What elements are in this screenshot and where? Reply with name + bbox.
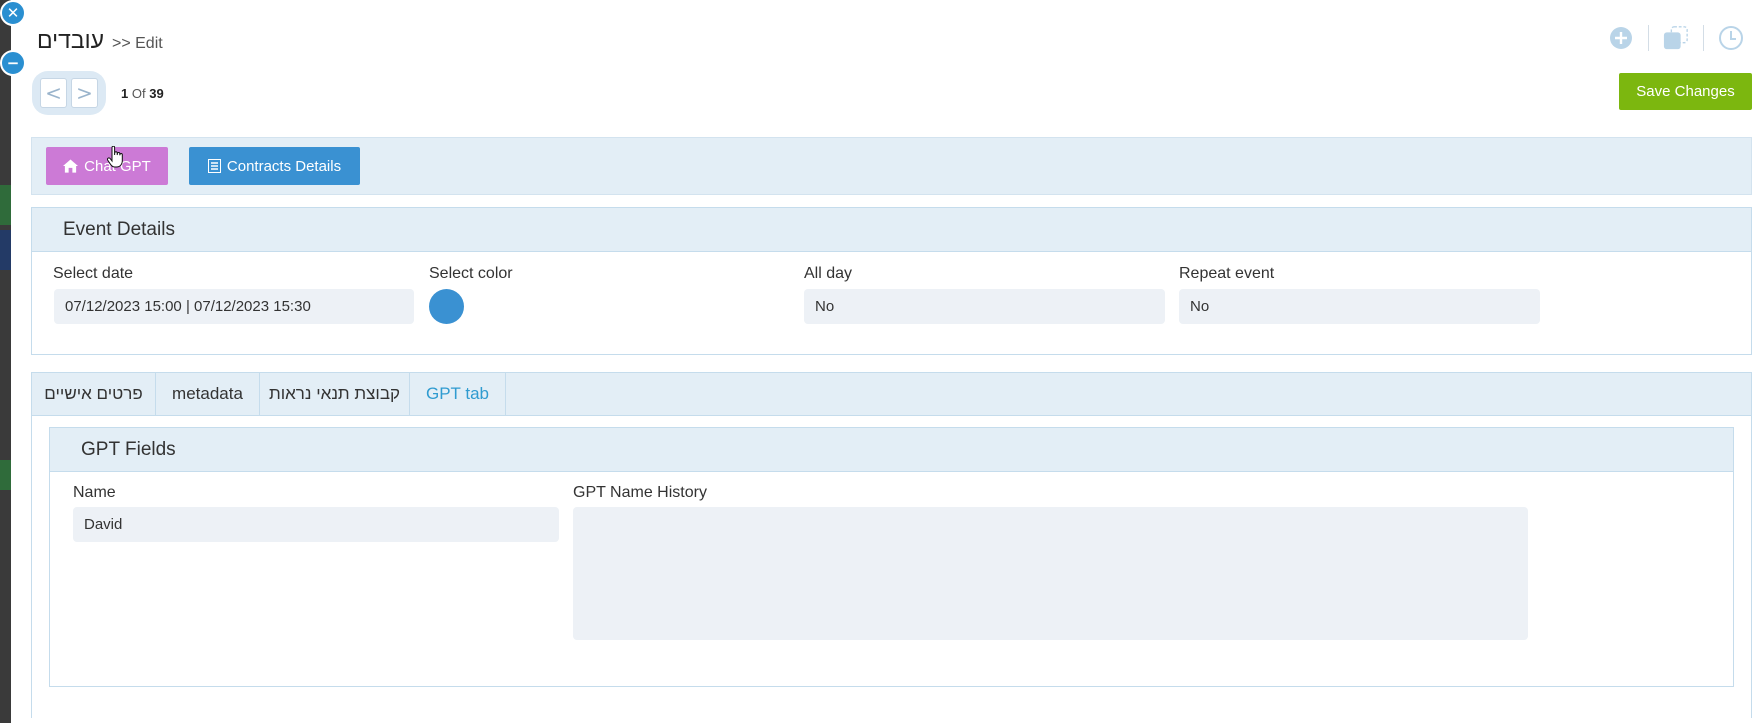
tab-gpt[interactable]: GPT tab	[410, 373, 506, 415]
duplicate-icon[interactable]	[1663, 25, 1689, 51]
gpt-name-history-textarea[interactable]	[573, 507, 1528, 640]
background-strip-block	[0, 185, 11, 225]
background-strip-block	[0, 460, 11, 490]
record-total: 39	[149, 86, 164, 101]
select-color-label: Select color	[429, 265, 513, 282]
add-icon[interactable]	[1608, 25, 1634, 51]
hand-cursor-icon	[107, 146, 123, 168]
contracts-details-label: Contracts Details	[226, 157, 342, 175]
tab-personal-details[interactable]: פרטים אישיים	[32, 373, 156, 415]
contracts-details-button[interactable]: Contracts Details	[189, 147, 360, 185]
top-toolbar-icons	[1594, 25, 1744, 51]
home-icon	[63, 159, 79, 173]
gpt-fields-panel: GPT Fields Name David GPT Name History	[49, 427, 1734, 687]
record-counter: 1 Of 39	[121, 86, 164, 101]
all-day-label: All day	[804, 265, 853, 282]
all-day-field[interactable]: No	[804, 289, 1165, 324]
repeat-event-field[interactable]: No	[1179, 289, 1540, 324]
background-strip-block	[0, 230, 11, 270]
tabs-section: פרטים אישיים metadata קבוצת תנאי נראות G…	[31, 372, 1752, 718]
list-document-icon	[207, 159, 221, 173]
divider	[1703, 25, 1704, 51]
gpt-fields-title: GPT Fields	[50, 428, 1733, 472]
minimize-icon[interactable]: −	[0, 50, 26, 76]
action-toolbar: Chat GPT Contracts Details	[31, 137, 1752, 195]
color-picker-swatch[interactable]	[429, 289, 464, 324]
next-record-button[interactable]: >	[71, 78, 98, 108]
page-title: עובדים	[37, 27, 104, 53]
name-label: Name	[73, 484, 116, 501]
tab-bar: פרטים אישיים metadata קבוצת תנאי נראות G…	[32, 373, 1751, 416]
repeat-event-label: Repeat event	[1179, 265, 1275, 282]
gpt-name-history-label: GPT Name History	[573, 484, 707, 501]
history-clock-icon[interactable]	[1718, 25, 1744, 51]
divider	[1648, 25, 1649, 51]
record-of-label: Of	[131, 86, 146, 101]
select-date-label: Select date	[53, 265, 134, 282]
name-field[interactable]: David	[73, 507, 559, 542]
event-details-title: Event Details	[32, 208, 1751, 252]
select-date-field[interactable]: 07/12/2023 15:00 | 07/12/2023 15:30	[54, 289, 414, 324]
background-page-strip	[0, 0, 11, 723]
edit-panel: עובדים >> Edit < > 1 Of 39 Save Changes …	[11, 0, 1762, 723]
close-icon[interactable]: ✕	[0, 0, 26, 26]
breadcrumb: >> Edit	[112, 35, 163, 52]
previous-record-button[interactable]: <	[40, 78, 67, 108]
event-details-panel: Event Details Select date 07/12/2023 15:…	[31, 207, 1752, 355]
tab-visibility-conditions[interactable]: קבוצת תנאי נראות	[260, 373, 410, 415]
record-current: 1	[121, 86, 129, 101]
record-pager: < >	[32, 71, 106, 115]
save-changes-button[interactable]: Save Changes	[1619, 73, 1752, 110]
tab-metadata[interactable]: metadata	[156, 373, 260, 415]
